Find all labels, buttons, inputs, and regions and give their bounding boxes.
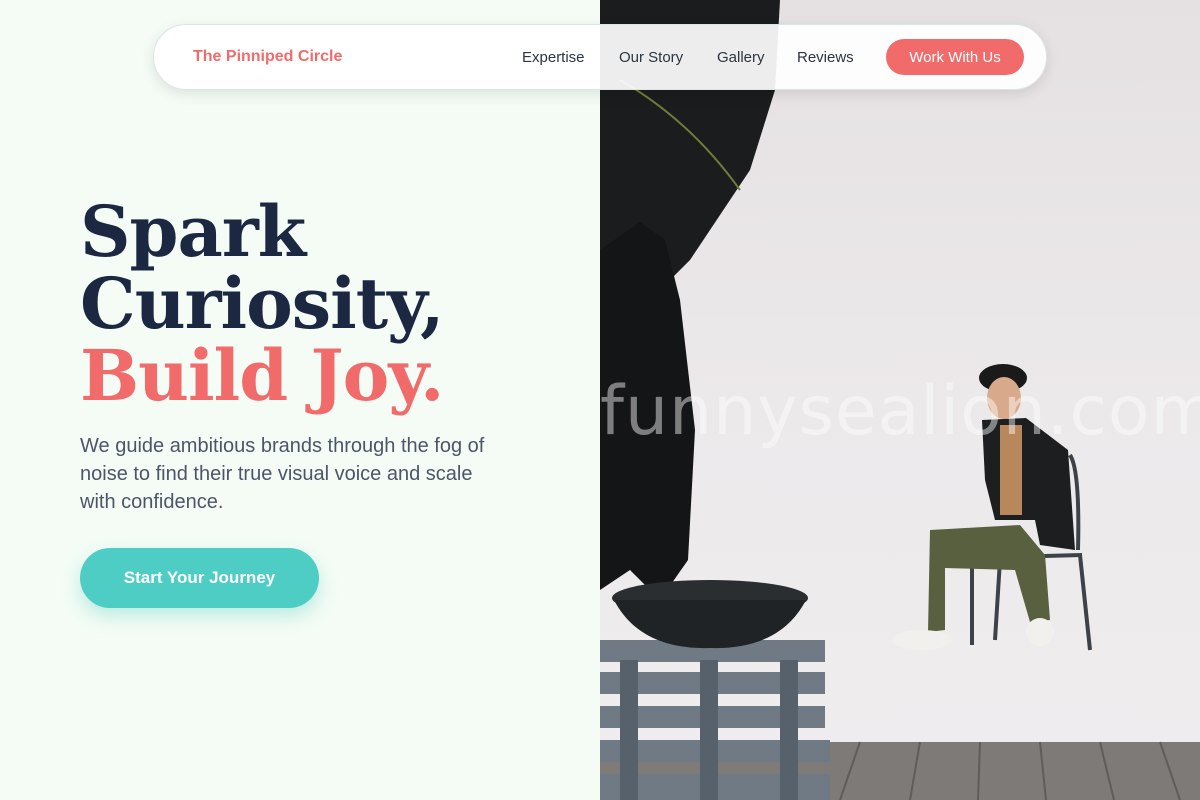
headline-line-1: Spark: [80, 190, 306, 273]
site-logo[interactable]: The Pinniped Circle: [193, 48, 342, 66]
start-journey-button[interactable]: Start Your Journey: [80, 548, 319, 608]
hero-left-panel: Spark Curiosity, Build Joy. We guide amb…: [0, 0, 600, 800]
work-with-us-button[interactable]: Work With Us: [886, 39, 1024, 75]
top-navigation-bar: The Pinniped Circle Expertise Our Story …: [153, 24, 1047, 90]
nav-link-gallery[interactable]: Gallery: [717, 49, 765, 66]
hero-subtitle: We guide ambitious brands through the fo…: [80, 435, 485, 513]
nav-link-reviews[interactable]: Reviews: [797, 49, 854, 66]
watermark-text: funnysealion.com: [600, 372, 1200, 451]
hero-headline: Spark Curiosity, Build Joy.: [80, 190, 444, 417]
nav-link-expertise[interactable]: Expertise: [522, 49, 585, 66]
nav-link-our-story[interactable]: Our Story: [619, 49, 683, 66]
headline-accent: Build Joy.: [80, 334, 444, 417]
headline-line-2: Curiosity,: [80, 262, 444, 345]
